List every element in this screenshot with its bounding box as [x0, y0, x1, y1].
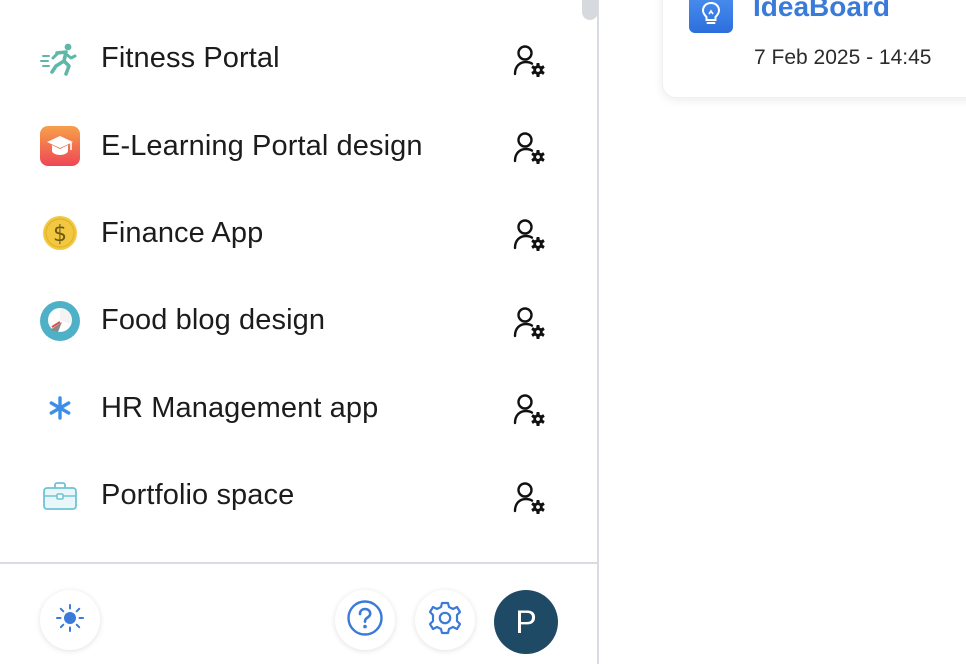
workspace-name: E-Learning Portal design	[101, 129, 423, 162]
user-settings-icon[interactable]	[510, 215, 550, 255]
user-settings-icon[interactable]	[510, 41, 550, 81]
user-settings-icon[interactable]	[510, 303, 550, 343]
workspace-item-finance-app[interactable]: $ Finance App	[0, 190, 582, 277]
workspace-name: Food blog design	[101, 304, 326, 337]
sidebar-footer: P	[0, 562, 597, 664]
workspace-sidebar: Fitness Portal E-Learning Portal design …	[0, 0, 599, 664]
workspace-item-portfolio-space[interactable]: Portfolio space	[0, 452, 582, 539]
workspace-item-food-blog[interactable]: Food blog design	[0, 277, 582, 364]
recent-board-card[interactable]: IdeaBoard 7 Feb 2025 - 14:45	[662, 0, 966, 98]
user-settings-icon[interactable]	[510, 128, 550, 168]
workspace-name: Portfolio space	[101, 479, 295, 512]
lightbulb-icon	[689, 0, 733, 33]
board-title[interactable]: IdeaBoard	[753, 0, 890, 23]
workspace-item-fitness-portal[interactable]: Fitness Portal	[0, 15, 582, 102]
workspace-name: HR Management app	[101, 391, 379, 424]
food-plate-icon	[40, 300, 80, 341]
user-settings-icon[interactable]	[510, 478, 550, 518]
workspace-item-e-learning-portal[interactable]: E-Learning Portal design	[0, 102, 582, 189]
workspace-item-hr-management[interactable]: HR Management app	[0, 365, 582, 452]
svg-text:$: $	[53, 222, 67, 247]
theme-toggle-button[interactable]	[40, 590, 100, 650]
settings-button[interactable]	[415, 590, 475, 650]
app-root: Fitness Portal E-Learning Portal design …	[0, 0, 966, 664]
dollar-coin-icon: $	[40, 213, 80, 253]
workspace-list: Fitness Portal E-Learning Portal design …	[0, 15, 582, 539]
board-date: 7 Feb 2025 - 14:45	[754, 46, 932, 69]
workspace-name: Fitness Portal	[101, 42, 280, 75]
running-person-icon	[40, 39, 80, 79]
help-button[interactable]	[335, 590, 395, 650]
avatar[interactable]: P	[494, 590, 558, 654]
user-settings-icon[interactable]	[510, 390, 550, 430]
gear-icon	[426, 599, 464, 642]
help-icon	[346, 599, 384, 642]
workspace-name: Finance App	[101, 216, 264, 249]
sun-icon	[54, 602, 86, 639]
graduation-cap-icon	[40, 126, 80, 167]
briefcase-icon	[40, 476, 80, 516]
sidebar-scrollbar[interactable]	[582, 0, 598, 20]
asterisk-icon	[40, 388, 80, 428]
